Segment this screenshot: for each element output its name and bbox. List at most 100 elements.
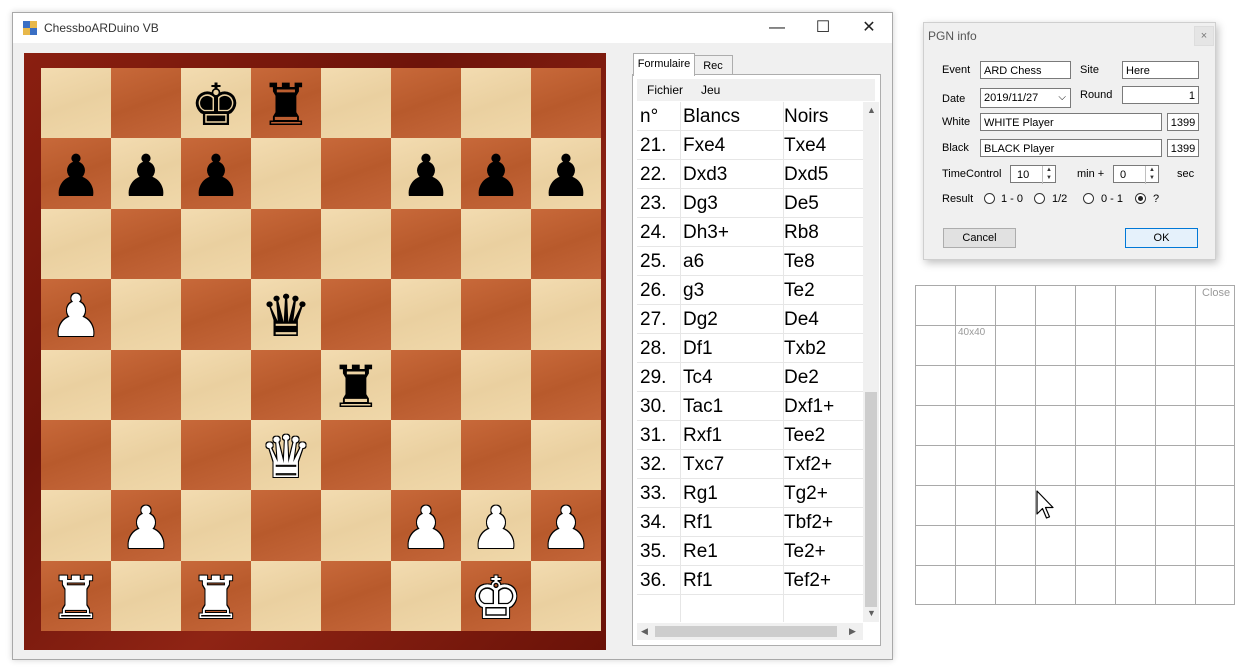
white-elo-input[interactable]: 1399 [1167,113,1199,131]
white-move-cell[interactable]: Dg3 [678,189,784,218]
square-a6[interactable] [41,208,111,280]
move-row[interactable]: 31. Rxf1 Tee2 [637,421,863,450]
minimize-button[interactable]: — [754,13,800,43]
square-d3[interactable]: ♛ [251,419,321,491]
square-e5[interactable] [321,279,391,350]
square-g2[interactable]: ♟ [461,490,531,561]
horizontal-scroll-thumb[interactable] [655,626,837,637]
black-move-cell[interactable]: Txf2+ [779,450,863,479]
square-g1[interactable]: ♚ [461,560,531,632]
result-radio-1-0[interactable] [984,193,995,204]
square-c8[interactable]: ♚ [181,68,251,139]
round-input[interactable]: 1 [1122,86,1199,104]
black-move-cell[interactable] [779,595,863,622]
result-radio-unknown[interactable] [1135,193,1146,204]
square-e2[interactable] [321,490,391,561]
move-row[interactable]: 21. Fxe4 Txe4 [637,131,863,160]
square-a5[interactable]: ♟ [41,279,111,350]
white-king-icon[interactable]: ♚ [470,569,522,627]
grid-panel[interactable]: Close 40x40 [915,285,1235,605]
spin-down-icon[interactable]: ▼ [1146,174,1158,182]
square-g4[interactable] [461,349,531,420]
menu-jeu[interactable]: Jeu [701,83,720,97]
white-move-cell[interactable]: Rxf1 [678,421,784,450]
move-number-cell[interactable]: 30. [637,392,681,421]
move-row[interactable]: 24. Dh3+ Rb8 [637,218,863,247]
square-h3[interactable] [531,419,601,491]
white-move-cell[interactable]: Dh3+ [678,218,784,247]
white-rook-icon[interactable]: ♜ [50,569,102,627]
square-h4[interactable] [531,349,601,420]
black-pawn-icon[interactable]: ♟ [190,147,242,205]
square-e7[interactable] [321,138,391,209]
black-move-cell[interactable]: Dxf1+ [779,392,863,421]
move-number-cell[interactable]: 27. [637,305,681,334]
move-row[interactable]: 33. Rg1 Tg2+ [637,479,863,508]
move-number-cell[interactable]: 34. [637,508,681,537]
move-number-cell[interactable]: 25. [637,247,681,276]
white-queen-icon[interactable]: ♛ [260,428,312,486]
black-move-cell[interactable]: De2 [779,363,863,392]
minutes-spin[interactable]: ▲ ▼ [1042,166,1055,184]
black-move-cell[interactable]: Dxd5 [779,160,863,189]
black-queen-icon[interactable]: ♛ [260,287,312,345]
move-row[interactable]: 29. Tc4 De2 [637,363,863,392]
white-move-cell[interactable]: Df1 [678,334,784,363]
square-f5[interactable] [391,279,461,350]
square-c1[interactable]: ♜ [181,560,251,632]
square-g8[interactable] [461,68,531,139]
title-bar[interactable]: ChessboARDuino VB — ☐ ✕ [13,13,892,43]
result-radio-draw[interactable] [1034,193,1045,204]
square-g7[interactable]: ♟ [461,138,531,209]
square-h6[interactable] [531,208,601,280]
spin-up-icon[interactable]: ▲ [1146,166,1158,174]
square-f3[interactable] [391,419,461,491]
tab-formulaire[interactable]: Formulaire [633,53,695,76]
square-h2[interactable]: ♟ [531,490,601,561]
white-move-cell[interactable]: Txc7 [678,450,784,479]
white-move-cell[interactable]: Tc4 [678,363,784,392]
result-radio-0-1[interactable] [1083,193,1094,204]
white-move-cell[interactable]: Re1 [678,537,784,566]
cancel-button[interactable]: Cancel [943,228,1016,248]
black-player-input[interactable]: BLACK Player [980,139,1162,157]
white-pawn-icon[interactable]: ♟ [470,499,522,557]
move-number-cell[interactable]: 35. [637,537,681,566]
dialog-close-button[interactable]: × [1194,26,1214,46]
square-f1[interactable] [391,560,461,632]
square-g6[interactable] [461,208,531,280]
black-move-cell[interactable]: De5 [779,189,863,218]
scroll-down-icon[interactable]: ▼ [867,608,876,618]
white-pawn-icon[interactable]: ♟ [120,499,172,557]
black-pawn-icon[interactable]: ♟ [50,147,102,205]
white-pawn-icon[interactable]: ♟ [50,287,102,345]
square-d1[interactable] [251,560,321,632]
move-number-cell[interactable] [637,595,681,622]
spin-down-icon[interactable]: ▼ [1043,174,1055,182]
square-c4[interactable] [181,349,251,420]
square-c3[interactable] [181,419,251,491]
black-move-cell[interactable]: Rb8 [779,218,863,247]
white-move-cell[interactable]: Rg1 [678,479,784,508]
square-e4[interactable]: ♜ [321,349,391,420]
vertical-scroll-thumb[interactable] [865,392,877,607]
white-move-cell[interactable]: g3 [678,276,784,305]
scroll-left-icon[interactable]: ◀ [641,626,648,637]
square-c7[interactable]: ♟ [181,138,251,209]
square-a2[interactable] [41,490,111,561]
square-e3[interactable] [321,419,391,491]
close-button[interactable]: ✕ [846,13,892,43]
square-f4[interactable] [391,349,461,420]
black-move-cell[interactable]: Tee2 [779,421,863,450]
move-number-cell[interactable]: 22. [637,160,681,189]
white-move-cell[interactable]: a6 [678,247,784,276]
chessboard[interactable]: ♚ ♜ ♟ ♟ ♟ ♟ ♟ ♟ ♟ ♛ ♜ ♛ ♟ ♟ ♟ ♟ ♜ ♜ ♚ [41,68,601,632]
square-b6[interactable] [111,208,181,280]
menu-fichier[interactable]: Fichier [647,83,683,97]
square-d2[interactable] [251,490,321,561]
vertical-scrollbar[interactable]: ▲ ▼ [863,102,879,622]
white-move-cell[interactable]: Rf1 [678,566,784,595]
black-move-cell[interactable]: Tef2+ [779,566,863,595]
square-g3[interactable] [461,419,531,491]
white-move-cell[interactable]: Rf1 [678,508,784,537]
